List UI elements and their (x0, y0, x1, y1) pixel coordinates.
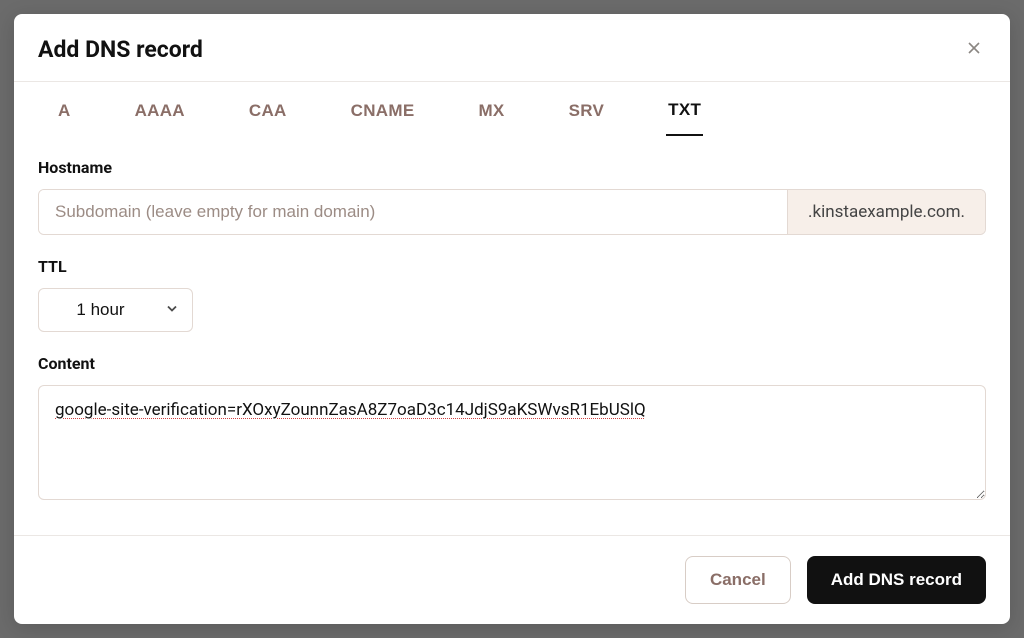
modal-title: Add DNS record (38, 36, 203, 63)
ttl-label: TTL (38, 257, 986, 276)
tab-a[interactable]: A (56, 100, 73, 136)
cancel-button[interactable]: Cancel (685, 556, 791, 604)
content-label: Content (38, 354, 986, 373)
modal-footer: Cancel Add DNS record (14, 535, 1010, 624)
close-icon (966, 40, 982, 59)
tab-mx[interactable]: MX (476, 100, 506, 136)
modal-body: Hostname .kinstaexample.com. TTL 1 hour … (14, 136, 1010, 535)
tab-aaaa[interactable]: AAAA (133, 100, 187, 136)
modal-header: Add DNS record (14, 14, 1010, 82)
hostname-field-group: Hostname .kinstaexample.com. (38, 158, 986, 235)
hostname-input-wrap: .kinstaexample.com. (38, 189, 986, 235)
tab-cname[interactable]: CNAME (349, 100, 417, 136)
hostname-input[interactable] (39, 190, 787, 234)
ttl-field-group: TTL 1 hour (38, 257, 986, 332)
content-field-group: Content google-site-verification=rXOxyZo… (38, 354, 986, 504)
add-dns-record-button[interactable]: Add DNS record (807, 556, 986, 604)
add-dns-record-modal: Add DNS record A AAAA CAA CNAME MX SRV T… (14, 14, 1010, 624)
tab-txt[interactable]: TXT (666, 100, 703, 136)
record-type-tabs: A AAAA CAA CNAME MX SRV TXT (14, 82, 1010, 136)
tab-caa[interactable]: CAA (247, 100, 289, 136)
content-textarea[interactable]: google-site-verification=rXOxyZounnZasA8… (38, 385, 986, 500)
close-button[interactable] (962, 36, 986, 63)
ttl-select-wrap: 1 hour (38, 288, 193, 332)
hostname-label: Hostname (38, 158, 986, 177)
hostname-suffix: .kinstaexample.com. (787, 190, 985, 234)
ttl-select[interactable]: 1 hour (38, 288, 193, 332)
tab-srv[interactable]: SRV (567, 100, 607, 136)
